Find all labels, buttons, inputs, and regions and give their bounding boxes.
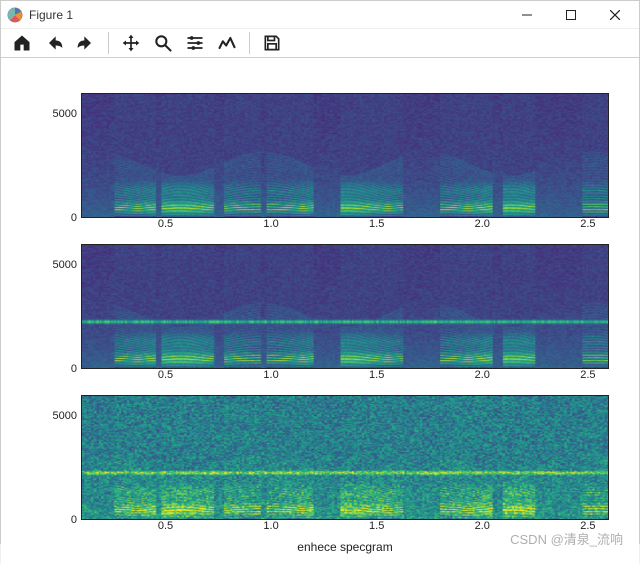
- figure-window: Figure 1: [0, 0, 640, 544]
- mpl-toolbar: [1, 29, 639, 58]
- subplot: 050000.51.01.52.02.5: [31, 244, 609, 387]
- y-axis: 05000: [31, 93, 81, 218]
- y-tick-label: 5000: [53, 259, 77, 271]
- x-axis: 0.5 1.0 1.5 2.0 2.5: [81, 520, 609, 538]
- x-tick-label: 1.0: [263, 369, 278, 381]
- home-icon[interactable]: [7, 29, 37, 57]
- x-tick-label: 1.5: [369, 218, 384, 230]
- spectrogram-plot[interactable]: [81, 93, 609, 218]
- x-axis: 0.5 1.0 1.5 2.0 2.5: [81, 369, 609, 387]
- figure-canvas-area[interactable]: 050000.51.01.52.02.5050000.51.01.52.02.5…: [1, 58, 639, 564]
- x-tick-label: 1.5: [369, 369, 384, 381]
- y-tick-label: 5000: [53, 108, 77, 120]
- x-axis-label: enhece specgram: [81, 540, 609, 554]
- y-tick-label: 0: [71, 363, 77, 375]
- x-tick-label: 0.5: [158, 218, 173, 230]
- subplot: 050000.51.01.52.02.5: [31, 93, 609, 236]
- pan-icon[interactable]: [116, 29, 146, 57]
- x-tick-label: 1.0: [263, 218, 278, 230]
- matplotlib-app-icon: [7, 7, 23, 23]
- x-axis: 0.5 1.0 1.5 2.0 2.5: [81, 218, 609, 236]
- x-tick-label: 2.0: [475, 369, 490, 381]
- save-icon[interactable]: [257, 29, 287, 57]
- x-tick-label: 0.5: [158, 520, 173, 532]
- back-icon[interactable]: [39, 29, 69, 57]
- x-tick-label: 2.5: [580, 369, 595, 381]
- x-tick-label: 1.0: [263, 520, 278, 532]
- toolbar-separator: [249, 32, 250, 54]
- x-tick-label: 2.0: [475, 520, 490, 532]
- toolbar-separator: [108, 32, 109, 54]
- x-tick-label: 2.5: [580, 218, 595, 230]
- subplot: 050000.51.01.52.02.5enhece specgram: [31, 395, 609, 554]
- titlebar: Figure 1: [1, 1, 639, 29]
- y-axis: 05000: [31, 395, 81, 520]
- close-button[interactable]: [593, 1, 637, 29]
- x-tick-label: 0.5: [158, 369, 173, 381]
- minimize-button[interactable]: [505, 1, 549, 29]
- y-tick-label: 0: [71, 212, 77, 224]
- edit-icon[interactable]: [212, 29, 242, 57]
- y-axis: 05000: [31, 244, 81, 369]
- zoom-icon[interactable]: [148, 29, 178, 57]
- y-tick-label: 0: [71, 514, 77, 526]
- y-tick-label: 5000: [53, 410, 77, 422]
- x-tick-label: 2.5: [580, 520, 595, 532]
- window-title: Figure 1: [29, 8, 73, 22]
- configure-icon[interactable]: [180, 29, 210, 57]
- spectrogram-plot[interactable]: [81, 395, 609, 520]
- x-tick-label: 2.0: [475, 218, 490, 230]
- spectrogram-plot[interactable]: [81, 244, 609, 369]
- maximize-button[interactable]: [549, 1, 593, 29]
- x-tick-label: 1.5: [369, 520, 384, 532]
- forward-icon[interactable]: [71, 29, 101, 57]
